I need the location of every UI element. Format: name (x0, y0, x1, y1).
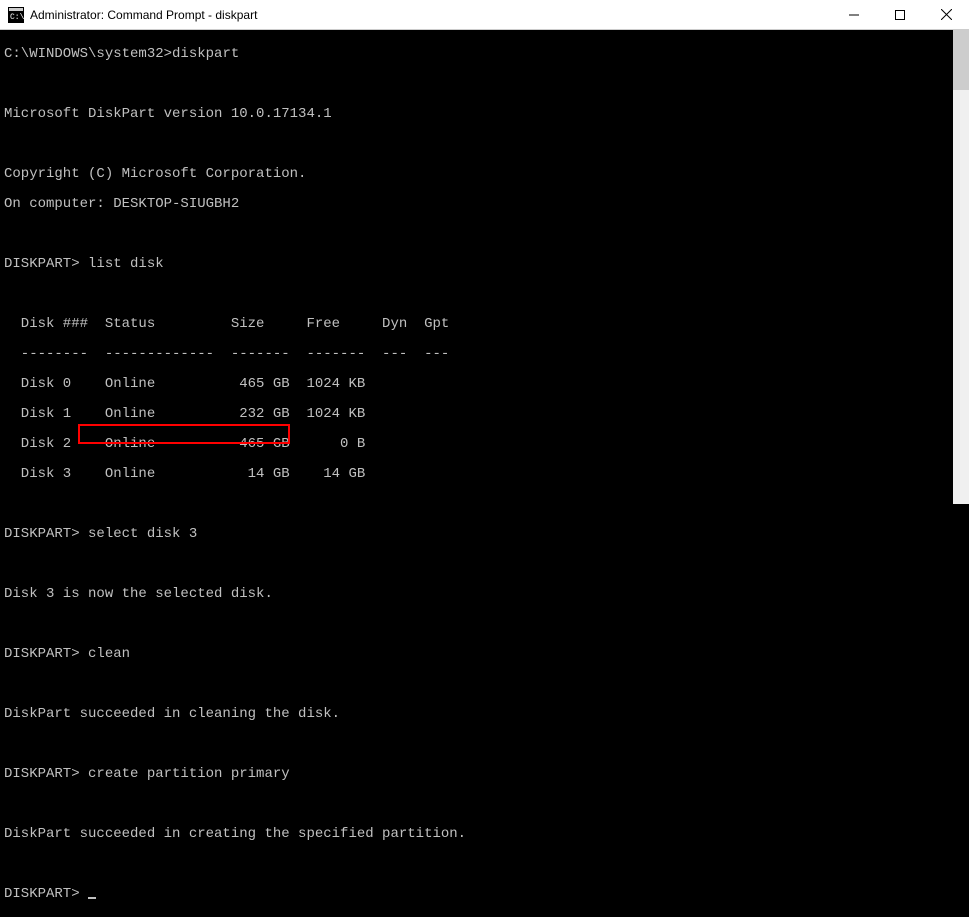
disk-table-row: Disk 0 Online 465 GB 1024 KB (4, 377, 965, 392)
diskpart-message: Disk 3 is now the selected disk. (4, 587, 965, 602)
terminal-line: C:\WINDOWS\system32>diskpart (4, 47, 965, 62)
titlebar-left: C:\ Administrator: Command Prompt - disk… (0, 7, 257, 23)
cmd-icon: C:\ (8, 7, 24, 23)
window-title: Administrator: Command Prompt - diskpart (30, 8, 257, 22)
diskpart-prompt: DISKPART> (4, 646, 88, 662)
terminal-line: DISKPART> list disk (4, 257, 965, 272)
terminal-blank (4, 617, 965, 632)
disk-table-divider: -------- ------------- ------- ------- -… (4, 347, 965, 362)
terminal-line: DISKPART> select disk 3 (4, 527, 965, 542)
terminal-blank (4, 857, 965, 872)
terminal-output[interactable]: C:\WINDOWS\system32>diskpart Microsoft D… (0, 30, 969, 504)
vertical-scrollbar[interactable] (953, 30, 969, 504)
diskpart-prompt: DISKPART> (4, 526, 88, 542)
diskpart-message: DiskPart succeeded in creating the speci… (4, 827, 965, 842)
diskpart-prompt: DISKPART> (4, 256, 88, 272)
diskpart-message: DiskPart succeeded in cleaning the disk. (4, 707, 965, 722)
copyright-line: Copyright (C) Microsoft Corporation. (4, 167, 965, 182)
diskpart-version: Microsoft DiskPart version 10.0.17134.1 (4, 107, 965, 122)
svg-text:C:\: C:\ (10, 13, 24, 22)
diskpart-command: list disk (88, 256, 164, 272)
scrollbar-thumb[interactable] (953, 30, 969, 90)
terminal-blank (4, 287, 965, 302)
minimize-button[interactable] (831, 0, 877, 29)
terminal-line: DISKPART> create partition primary (4, 767, 965, 782)
terminal-blank (4, 137, 965, 152)
disk-table-row: Disk 2 Online 465 GB 0 B (4, 437, 965, 452)
disk-table-header: Disk ### Status Size Free Dyn Gpt (4, 317, 965, 332)
shell-prompt: C:\WINDOWS\system32> (4, 46, 172, 62)
terminal-blank (4, 227, 965, 242)
computer-name-line: On computer: DESKTOP-SIUGBH2 (4, 197, 965, 212)
diskpart-command: select disk 3 (88, 526, 197, 542)
terminal-blank (4, 77, 965, 92)
shell-command: diskpart (172, 46, 239, 62)
diskpart-command: clean (88, 646, 130, 662)
terminal-line: DISKPART> (4, 887, 965, 902)
disk-table-row: Disk 3 Online 14 GB 14 GB (4, 467, 965, 482)
diskpart-prompt: DISKPART> (4, 766, 88, 782)
close-button[interactable] (923, 0, 969, 29)
terminal-blank (4, 497, 965, 512)
diskpart-command-highlighted: create partition primary (88, 766, 290, 782)
terminal-blank (4, 737, 965, 752)
terminal-blank (4, 677, 965, 692)
cursor-icon (88, 897, 96, 899)
terminal-blank (4, 557, 965, 572)
diskpart-prompt: DISKPART> (4, 886, 88, 902)
maximize-button[interactable] (877, 0, 923, 29)
terminal-line: DISKPART> clean (4, 647, 965, 662)
window-titlebar: C:\ Administrator: Command Prompt - disk… (0, 0, 969, 30)
terminal-blank (4, 797, 965, 812)
disk-table-row: Disk 1 Online 232 GB 1024 KB (4, 407, 965, 422)
window-controls (831, 0, 969, 29)
